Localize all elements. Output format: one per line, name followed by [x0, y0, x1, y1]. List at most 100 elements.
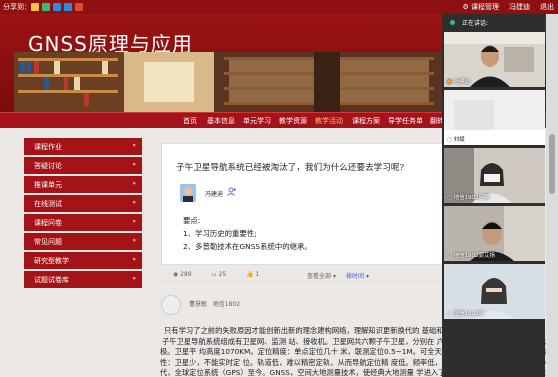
sort-label: 按时间	[346, 273, 365, 280]
key-point: 1、学习历史的重要性;	[183, 229, 257, 238]
participant-name: ◌ 刘斌	[447, 135, 465, 143]
participant-name: ● 冯建迪	[447, 77, 470, 85]
sidebar-item-faq[interactable]: 常见问题 »	[24, 233, 142, 250]
participant-name-text: 地信1902赵晨	[453, 195, 490, 201]
sidebar-item-homework[interactable]: 课程作业 »	[24, 138, 142, 155]
mic-icon: ◌	[447, 311, 452, 317]
double-chevron-icon: »	[132, 161, 136, 168]
comment-icon: ▭	[211, 271, 217, 278]
course-manage-label: 课程管理	[471, 3, 499, 11]
sidebar: 课程作业 » 答疑讨论 » 推课单元 » 在线测试 » 课程问卷 » 常见问题 » 研究型教…	[24, 138, 142, 290]
avatar[interactable]	[180, 184, 196, 202]
participant-name-text: 冯建迪	[453, 79, 471, 85]
double-chevron-icon: »	[132, 256, 136, 263]
person-photo	[180, 184, 196, 202]
nav-basic-info[interactable]: 基本信息	[207, 116, 235, 126]
video-conference-panel: 正在讲话: ● 冯建迪 ◌ 刘斌 ◌ 地信1902赵晨 ◌ 地信1902郭艾扬 …	[442, 14, 545, 377]
sort-down-icon: ▾	[365, 273, 369, 280]
scrollbar[interactable]	[546, 14, 558, 377]
double-chevron-icon: »	[132, 218, 136, 225]
sidebar-item-research-teaching[interactable]: 研究型教学 »	[24, 252, 142, 269]
sidebar-item-question-bank[interactable]: 试题试卷库 »	[24, 271, 142, 288]
bookshelf-illustration	[14, 52, 444, 112]
nav-teaching-resources[interactable]: 教学资源	[279, 116, 307, 126]
renren-icon[interactable]	[53, 3, 61, 11]
participant-name-text: 地信1902游	[453, 311, 485, 317]
logout-link[interactable]: 退出	[540, 2, 554, 12]
participant-tile[interactable]: ◌ 地信1902郭艾扬	[444, 206, 545, 261]
likes-value: 1	[255, 271, 260, 278]
speaking-label: 正在讲话:	[462, 20, 489, 27]
sidebar-item-label: 常见问题	[34, 238, 62, 246]
question-card: 子午卫星导航系统已经被淘汰了，我们为什么还要去学习呢? ✎ 上一 冯建迪 要点:…	[161, 143, 462, 265]
sidebar-item-label: 推课单元	[34, 181, 62, 189]
participant-name-text: 地信1902郭艾扬	[453, 253, 496, 259]
nav-course-plan[interactable]: 课程方案	[352, 116, 380, 126]
double-chevron-icon: »	[132, 180, 136, 187]
double-chevron-icon: »	[132, 199, 136, 206]
nav-task-sheet[interactable]: 导学任务单	[388, 116, 423, 126]
qzone-icon[interactable]	[31, 3, 39, 11]
top-bar: 分享到： ⚙ 课程管理 冯建迪 退出	[0, 0, 558, 14]
chevron-down-icon: ▾	[332, 273, 336, 280]
participant-tile[interactable]: ◌ 刘斌	[444, 90, 545, 145]
sidebar-item-label: 研究型教学	[34, 257, 69, 265]
speaking-header: 正在讲话:	[442, 18, 545, 30]
key-point: 2、多普勒技术在GNSS系统中的继承。	[183, 242, 312, 251]
share-label: 分享到：	[3, 3, 31, 11]
scrollbar-thumb[interactable]	[549, 134, 555, 194]
library-banner-image	[14, 52, 444, 112]
comments-value: 25	[218, 271, 227, 278]
participant-name: ◌ 地信1902游	[447, 309, 484, 317]
eye-icon: ◉	[173, 271, 179, 278]
key-points-heading: 要点:	[183, 216, 201, 225]
avatar[interactable]	[161, 295, 181, 315]
mic-icon: ●	[447, 79, 452, 85]
douban-icon[interactable]	[64, 3, 72, 11]
thumbs-up-icon: 👍	[246, 271, 254, 278]
sidebar-item-label: 课程问卷	[34, 219, 62, 227]
mic-icon: ◌	[447, 195, 452, 201]
sidebar-item-label: 试题试卷库	[34, 276, 69, 284]
weibo-icon[interactable]	[75, 3, 83, 11]
sidebar-item-discussion[interactable]: 答疑讨论 »	[24, 157, 142, 174]
question-title: 子午卫星导航系统已经被淘汰了，我们为什么还要去学习呢?	[176, 163, 405, 173]
comments-count[interactable]: ▭ 25	[211, 271, 226, 278]
page: 分享到： ⚙ 课程管理 冯建迪 退出 GNSS原理与应用 首页 基本信息 单元学…	[0, 0, 558, 377]
course-manage-link[interactable]: ⚙ 课程管理	[462, 2, 499, 12]
view-all-dropdown[interactable]: 查看全部 ▾	[307, 271, 336, 280]
nav-unit-study[interactable]: 单元学习	[243, 116, 271, 126]
participant-name: ◌ 地信1902郭艾扬	[447, 251, 495, 259]
mic-icon: ◌	[447, 253, 452, 259]
add-user-icon[interactable]	[227, 187, 237, 198]
reply-author[interactable]: 曹慧敏 地信1802	[189, 299, 240, 308]
double-chevron-icon: »	[132, 237, 136, 244]
double-chevron-icon: »	[132, 275, 136, 282]
speaking-indicator-icon	[450, 20, 455, 25]
reply-author-name: 曹慧敏	[189, 301, 208, 308]
participant-name: ◌ 地信1902赵晨	[447, 193, 490, 201]
reply-author-class: 地信1802	[212, 301, 241, 308]
sidebar-item-online-test[interactable]: 在线测试 »	[24, 195, 142, 212]
views-value: 289	[180, 271, 192, 278]
user-name[interactable]: 冯建迪	[509, 2, 530, 12]
sidebar-item-survey[interactable]: 课程问卷 »	[24, 214, 142, 231]
wechat-icon[interactable]	[42, 3, 50, 11]
sort-by-time[interactable]: 按时间 ▾	[346, 271, 369, 280]
participant-tile[interactable]: ● 冯建迪	[444, 32, 545, 87]
view-all-label: 查看全部	[307, 273, 332, 280]
participant-name-text: 刘斌	[453, 137, 465, 143]
likes-count[interactable]: 👍 1	[246, 271, 259, 278]
question-author[interactable]: 冯建迪	[205, 189, 223, 198]
stats-bar: ◉ 289 ▭ 25 👍 1 查看全部 ▾ 按时间 ▾	[161, 268, 457, 282]
nav-home[interactable]: 首页	[183, 116, 197, 126]
views-count: ◉ 289	[173, 271, 192, 278]
mic-icon: ◌	[447, 137, 452, 143]
sidebar-item-label: 课程作业	[34, 143, 62, 151]
nav-teaching-activities[interactable]: 教学活动	[315, 116, 343, 126]
sidebar-item-label: 在线测试	[34, 200, 62, 208]
participant-tile[interactable]: ◌ 地信1902赵晨	[444, 148, 545, 203]
participant-tile[interactable]: ◌ 地信1902游	[444, 264, 545, 319]
double-chevron-icon: »	[132, 142, 136, 149]
sidebar-item-push-unit[interactable]: 推课单元 »	[24, 176, 142, 193]
